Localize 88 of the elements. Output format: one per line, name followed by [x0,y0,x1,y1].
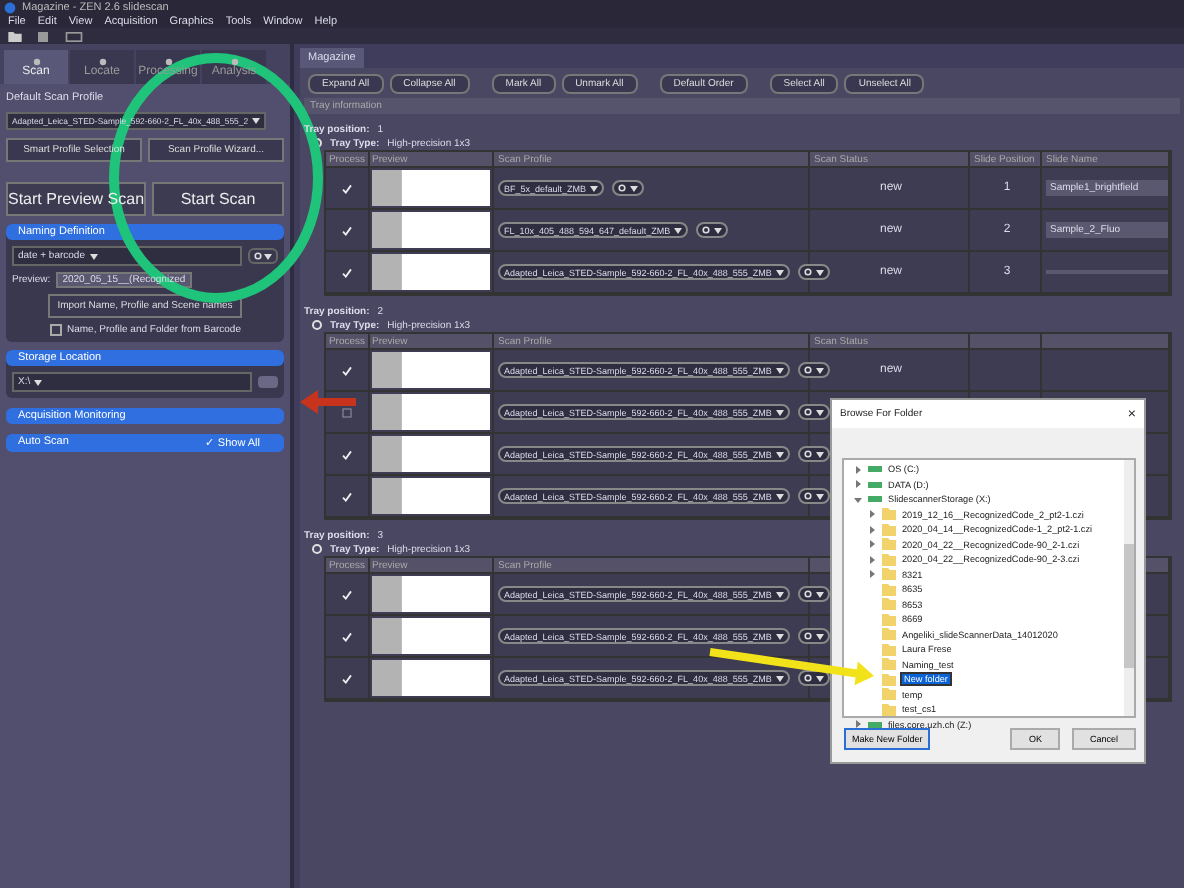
check-icon[interactable] [342,267,352,277]
tab-icon [97,57,107,65]
settings-button[interactable] [797,586,830,602]
settings-button[interactable] [797,264,830,280]
expand-icon[interactable] [868,570,876,579]
gear-icon [702,226,711,234]
caret-icon [630,185,639,191]
app-logo-icon [4,1,16,13]
settings-button[interactable] [797,446,830,462]
caret-icon [775,591,784,597]
check-icon[interactable] [342,589,352,599]
expand-icon[interactable] [868,510,876,519]
gear-icon [803,366,812,374]
slide-preview-icon [372,576,490,612]
slide-preview-icon [372,212,490,248]
caret-icon [775,367,784,373]
caret-icon [775,409,784,415]
caret-icon [89,253,97,259]
caret-icon [815,409,824,415]
expand-icon[interactable] [854,480,862,489]
start-button[interactable]: Start Scan [152,182,284,216]
settings-button[interactable] [797,628,830,644]
caret-icon [815,493,824,499]
slide-preview-icon [372,394,490,430]
slide-preview-icon [372,352,490,388]
caret-icon [815,451,824,457]
check-icon[interactable] [342,183,352,193]
settings-button[interactable] [612,180,645,196]
gear-icon [618,184,627,192]
settings-button[interactable] [797,404,830,420]
settings-button[interactable] [797,488,830,504]
caret-icon [590,185,599,191]
slide-preview-icon [372,254,490,290]
caret-icon [815,269,824,275]
empty-checkbox[interactable] [342,407,352,417]
tab-icon [229,57,239,65]
caret-icon [815,633,824,639]
caret-icon [775,451,784,457]
checkbox[interactable] [49,324,61,336]
tab-icon [163,57,173,65]
settings-button[interactable] [797,670,830,686]
caret-icon [775,269,784,275]
gear-icon [803,492,812,500]
slide-preview-icon [372,478,490,514]
slide-preview-icon [372,436,490,472]
drive-icon [868,719,882,730]
expand-icon[interactable] [854,465,862,474]
check-icon[interactable] [342,673,352,683]
tab-icon [31,57,41,65]
caret-icon [34,379,43,385]
expand-icon[interactable] [854,495,862,504]
caret-icon [674,227,683,233]
expand-icon[interactable] [868,525,876,534]
caret-icon [815,591,824,597]
check-icon[interactable] [342,449,352,459]
expand-icon[interactable] [868,540,876,549]
slide-preview-icon [372,618,490,654]
caret-icon [775,493,784,499]
caret-icon [815,367,824,373]
caret-icon [775,633,784,639]
caret-icon [714,227,723,233]
gear-icon [803,450,812,458]
slide-preview-icon [372,660,490,696]
gear-icon [803,268,812,276]
check-icon[interactable] [342,491,352,501]
caret-icon [815,675,824,681]
check-icon[interactable] [342,631,352,641]
gear-icon [803,632,812,640]
settings-button[interactable] [696,222,729,238]
slide-preview-icon [372,170,490,206]
layout-icon[interactable] [64,31,84,41]
expand-icon[interactable] [868,555,876,564]
gear-icon [254,252,262,260]
caret-icon [264,253,272,259]
gear-icon [803,408,812,416]
radio-icon [312,320,322,330]
gear-icon [803,590,812,598]
caret-icon [775,675,784,681]
settings-button[interactable] [248,248,278,264]
caret-icon [252,118,261,124]
gear-icon [803,674,812,682]
check-icon[interactable] [342,225,352,235]
expand-icon[interactable] [854,720,862,729]
radio-icon [312,138,322,148]
settings-button[interactable] [797,362,830,378]
radio-icon [312,544,322,554]
check-icon[interactable] [342,365,352,375]
save-icon[interactable] [38,31,48,41]
